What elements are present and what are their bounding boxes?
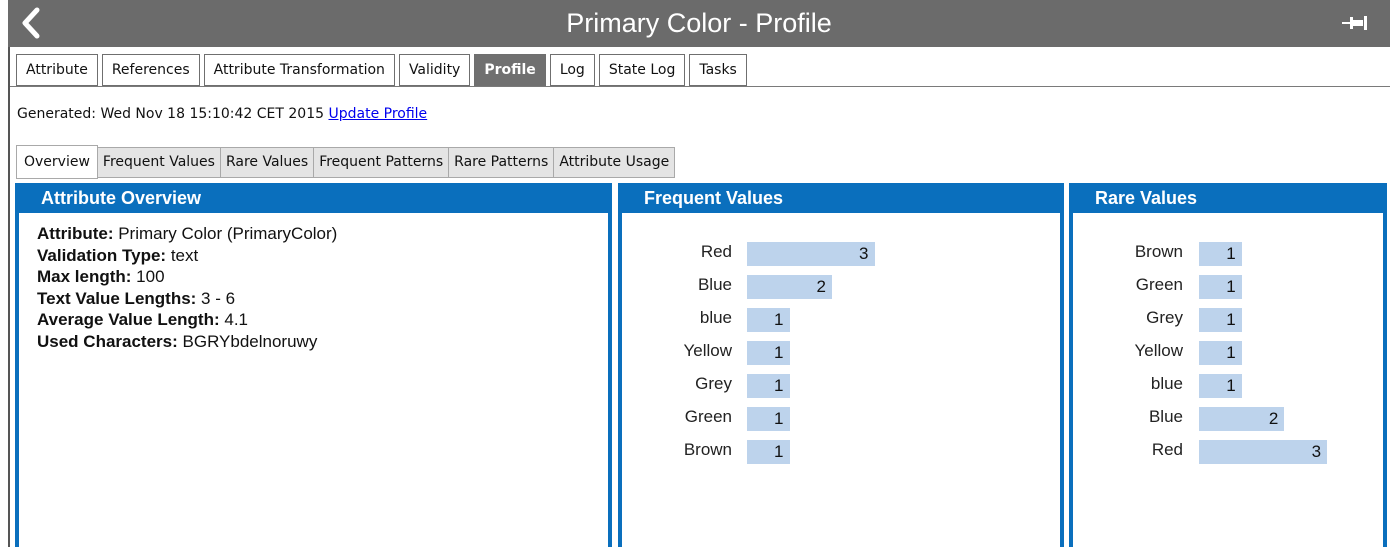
overview-label: Attribute: (37, 224, 114, 243)
bar-value-label: 1 (774, 310, 784, 329)
overview-value: text (166, 245, 199, 265)
window-title: Primary Color - Profile (566, 8, 832, 38)
bar-value-label: 2 (1268, 409, 1279, 428)
bar-label: Blue (697, 275, 732, 294)
update-profile-link[interactable]: Update Profile (328, 106, 427, 122)
bar-label: Green (1135, 275, 1183, 294)
bar-value-label: 3 (1311, 442, 1322, 461)
overview-label: Used Characters: (37, 331, 178, 351)
bar-value-label: 3 (859, 244, 869, 263)
overview-value: BGRYbdelnoruwy (177, 331, 318, 351)
bar-value-label: 1 (774, 376, 784, 395)
overview-label: Average Value Length: (37, 310, 220, 329)
subtab-frequent-values[interactable]: Frequent Values (97, 147, 221, 178)
overview-label: Text Value Lengths: (37, 288, 197, 308)
bar-label: blue (699, 308, 732, 327)
title-bar: Primary Color - Profile (8, 0, 1390, 47)
bar-value-label: 1 (1226, 376, 1236, 395)
bar-value-label: 1 (774, 343, 784, 362)
overview-row: Attribute: Primary Color (PrimaryColor) (37, 223, 608, 245)
generated-timestamp: Generated: Wed Nov 18 15:10:42 CET 2015 (17, 106, 325, 122)
bar-row: Red 3 (1073, 435, 1383, 468)
tab-attribute[interactable]: Attribute (16, 54, 98, 86)
subtab-rare-patterns[interactable]: Rare Patterns (449, 147, 555, 178)
bar-row: Grey 1 (1073, 303, 1383, 336)
overview-value: 100 (131, 267, 165, 286)
sub-tab-bar: Overview Frequent Values Rare Values Freque… (16, 145, 676, 179)
subtab-frequent-patterns[interactable]: Frequent Patterns (314, 147, 450, 178)
bar-value-label: 1 (774, 442, 784, 461)
generated-line: Generated: Wed Nov 18 15:10:42 CET 2015 … (17, 106, 427, 122)
bar-row: Green 1 (622, 402, 1060, 435)
overview-row: Average Value Length: 4.1 (37, 309, 608, 331)
bar-label: Blue (1148, 407, 1183, 426)
overview-row: Text Value Lengths: 3 - 6 (37, 288, 608, 310)
frequent-values-chart: Red 3 Blue 2 blue 1 Yellow 1 Grey 1 Green 1 Brown 1 (622, 237, 1060, 468)
subtab-overview[interactable]: Overview (16, 145, 98, 179)
bar-label: Grey (695, 374, 732, 393)
subtab-attribute-usage[interactable]: Attribute Usage (554, 147, 676, 178)
bar-label: Brown (1134, 242, 1183, 261)
overview-row: Validation Type: text (37, 245, 608, 267)
pin-icon (1342, 16, 1367, 30)
subtab-rare-values[interactable]: Rare Values (220, 147, 315, 178)
tab-state-log[interactable]: State Log (598, 54, 686, 86)
bar-row: blue 1 (622, 303, 1060, 336)
panel-header: Rare Values (1073, 187, 1383, 213)
tab-validity[interactable]: Validity (398, 54, 471, 86)
bar-label: Brown (683, 440, 732, 459)
tab-attribute-transformation[interactable]: Attribute Transformation (203, 54, 395, 86)
bar-row: Red 3 (622, 237, 1060, 270)
main-tab-bar: Attribute References Attribute Transformat… (16, 54, 751, 87)
overview-value: 4.1 (219, 310, 249, 329)
bar-label: blue (1150, 374, 1183, 393)
bar-row: Blue 2 (1073, 402, 1383, 435)
tab-profile[interactable]: Profile (474, 54, 546, 87)
bar-row: blue 1 (1073, 369, 1383, 402)
overview-label: Validation Type: (37, 245, 167, 265)
bar-label: Yellow (1134, 341, 1183, 360)
overview-value: 3 - 6 (196, 288, 236, 308)
overview-row: Used Characters: BGRYbdelnoruwy (37, 331, 608, 353)
bar-label: Red (700, 242, 732, 261)
rare-values-panel: Rare Values Brown 1 Green 1 Grey 1 Yellow 1 blue… (1069, 183, 1387, 547)
window-frame (8, 47, 10, 547)
bar-label: Yellow (683, 341, 732, 360)
bar-value-label: 2 (816, 277, 826, 296)
bar-row: Grey 1 (622, 369, 1060, 402)
bar-label: Green (684, 407, 732, 426)
bar-row: Blue 2 (622, 270, 1060, 303)
bar-value-label: 1 (774, 409, 784, 428)
bar-value-label: 1 (1226, 244, 1236, 263)
bar-value-label: 1 (1226, 277, 1236, 296)
bar-label: Red (1151, 440, 1183, 459)
bar-value-label: 1 (1226, 343, 1236, 362)
tab-divider (10, 86, 1390, 87)
pin-button[interactable] (1342, 14, 1368, 32)
overview-list: Attribute: Primary Color (PrimaryColor) V… (19, 213, 608, 352)
frequent-values-panel: Frequent Values Red 3 Blue 2 blue 1 Yellow 1 Gre… (618, 183, 1064, 547)
overview-value: Primary Color (PrimaryColor) (113, 224, 338, 243)
bar-row: Brown 1 (1073, 237, 1383, 270)
overview-label: Max length: (37, 267, 132, 286)
bar-row: Yellow 1 (1073, 336, 1383, 369)
attribute-overview-panel: Attribute Overview Attribute: Primary Co… (15, 183, 612, 547)
bar-row: Green 1 (1073, 270, 1383, 303)
panel-header: Attribute Overview (19, 187, 608, 213)
bar-row: Brown 1 (622, 435, 1060, 468)
bar-value-label: 1 (1226, 310, 1236, 329)
tab-references[interactable]: References (101, 54, 200, 86)
panel-header: Frequent Values (622, 187, 1060, 213)
tab-tasks[interactable]: Tasks (689, 54, 747, 86)
tab-log[interactable]: Log (549, 54, 595, 86)
overview-row: Max length: 100 (37, 266, 608, 288)
rare-values-chart: Brown 1 Green 1 Grey 1 Yellow 1 blue 1 Blue 2 Red 3 (1073, 237, 1383, 468)
bar-label: Grey (1146, 308, 1183, 327)
bar-row: Yellow 1 (622, 336, 1060, 369)
